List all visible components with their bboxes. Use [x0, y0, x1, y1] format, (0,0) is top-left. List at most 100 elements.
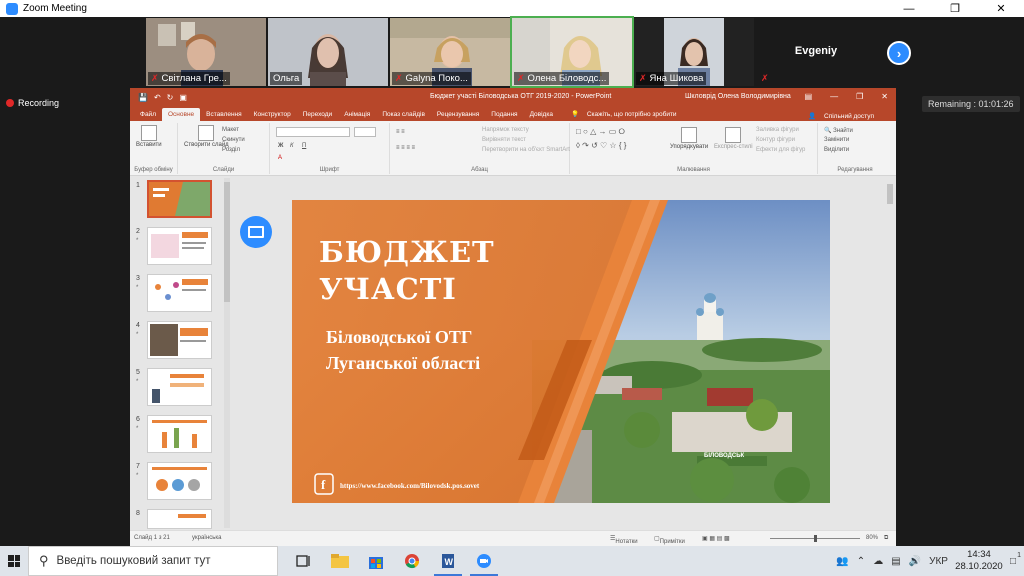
notes-button[interactable]: ☰ Нотатки: [610, 535, 638, 545]
font-group-label: Шрифт: [319, 167, 340, 173]
people-icon[interactable]: 👥: [836, 556, 848, 567]
slide-thumbnail-3[interactable]: [147, 274, 212, 312]
zoom-slider-knob[interactable]: [814, 535, 817, 542]
shapes-gallery[interactable]: □ ○ △ → ▭ ⭘: [576, 127, 625, 137]
slideshow-icon[interactable]: ▣: [179, 93, 187, 102]
tab-help[interactable]: Довідка: [524, 108, 559, 121]
underline-button[interactable]: П: [302, 143, 306, 149]
participant-tile[interactable]: Ольга: [268, 18, 388, 86]
file-explorer-icon[interactable]: [322, 546, 358, 576]
next-page-arrow-icon[interactable]: ›: [887, 41, 911, 65]
recording-label: Recording: [18, 98, 60, 108]
tab-slideshow[interactable]: Показ слайдів: [376, 108, 431, 121]
tab-insert[interactable]: Вставлення: [200, 108, 248, 121]
italic-button[interactable]: К: [290, 143, 294, 149]
layout-button[interactable]: Макет: [222, 127, 239, 133]
language-status[interactable]: українська: [192, 535, 222, 541]
section-button[interactable]: Розділ: [222, 147, 240, 153]
slide-scrollbar[interactable]: [886, 178, 894, 528]
zoom-slider[interactable]: [770, 535, 860, 542]
zoom-taskbar-icon[interactable]: [466, 546, 502, 576]
tab-design[interactable]: Конструктор: [248, 108, 297, 121]
slide-thumbnail-5[interactable]: [147, 368, 212, 406]
font-color-button[interactable]: A: [278, 155, 282, 161]
minimize-button[interactable]: —: [886, 0, 932, 17]
tab-review[interactable]: Рецензування: [431, 108, 485, 121]
shapes-gallery-row2[interactable]: ◊ ↷ ↺ ♡ ☆ { }: [576, 141, 626, 150]
participant-tile[interactable]: Evgeniy ✗: [756, 18, 876, 86]
show-hidden-icons[interactable]: ⌃: [857, 556, 865, 567]
clock-date: 28.10.2020: [955, 561, 1003, 572]
comments-button[interactable]: ▢ Примітки: [654, 535, 685, 545]
scroll-thumb[interactable]: [887, 184, 893, 204]
undo-icon[interactable]: ↶: [154, 93, 161, 102]
view-buttons[interactable]: ▣ ▦ ▤ ▩: [702, 535, 730, 542]
volume-icon[interactable]: 🔊: [909, 556, 921, 567]
ppt-minimize-button[interactable]: —: [830, 92, 838, 101]
notifications-icon[interactable]: □ 1: [1010, 552, 1021, 567]
replace-button[interactable]: Замінити: [824, 137, 849, 143]
slide-title[interactable]: БЮДЖЕТ УЧАСТІ: [319, 234, 495, 308]
thumbnails-scrollbar[interactable]: [224, 178, 230, 528]
text-direction-button[interactable]: Напрямок тексту: [482, 127, 529, 133]
shape-fill-button[interactable]: Заливка фігури: [756, 127, 799, 133]
smartart-button[interactable]: Перетворити на об'єкт SmartArt: [482, 147, 570, 153]
tell-me-search[interactable]: 💡 Скажіть, що потрібно зробити: [565, 107, 689, 121]
svg-text:f: f: [321, 477, 326, 492]
tab-view[interactable]: Подання: [485, 108, 523, 121]
scroll-thumb[interactable]: [224, 182, 230, 302]
word-icon[interactable]: W: [430, 546, 466, 576]
participant-tile[interactable]: ✗ Galyna Поко...: [390, 18, 510, 86]
shape-effects-button[interactable]: Ефекти для фігур: [756, 147, 805, 153]
fit-slide-icon[interactable]: ⧉: [884, 535, 888, 542]
ppt-close-button[interactable]: ✕: [881, 92, 888, 101]
slide-thumbnail-8[interactable]: [147, 509, 212, 529]
network-icon[interactable]: ▤: [891, 556, 900, 567]
participant-tile[interactable]: ✗ Яна Шикова: [634, 18, 754, 86]
align-buttons[interactable]: ≡ ≡ ≡ ≡: [396, 145, 415, 151]
slide-facebook-link[interactable]: https://www.facebook.com/Bilovodsk.pos.s…: [340, 482, 479, 490]
chrome-icon[interactable]: [394, 546, 430, 576]
font-name-box[interactable]: [276, 127, 350, 137]
tab-animations[interactable]: Анімація: [338, 108, 376, 121]
tab-transitions[interactable]: Переходи: [297, 108, 338, 121]
participant-tile[interactable]: ✗ Світлана Гре...: [146, 18, 266, 86]
presenter-icon[interactable]: [240, 216, 272, 248]
redo-icon[interactable]: ↻: [167, 93, 174, 102]
taskbar-search[interactable]: ⚲ Введіть пошуковий запит тут: [28, 546, 278, 576]
task-view-icon[interactable]: [286, 546, 322, 576]
find-button[interactable]: 🔍 Знайти: [824, 127, 853, 134]
reset-button[interactable]: Скинути: [222, 137, 245, 143]
ribbon-display-icon[interactable]: ▤: [805, 92, 813, 101]
bold-button[interactable]: Ж: [278, 143, 283, 149]
slide-thumbnail-7[interactable]: [147, 462, 212, 500]
ppt-restore-button[interactable]: ❐: [856, 92, 863, 101]
close-button[interactable]: ✕: [978, 0, 1024, 17]
slide-thumbnail-4[interactable]: [147, 321, 212, 359]
bullets-button[interactable]: ≡ ≡: [396, 129, 405, 135]
font-size-box[interactable]: [354, 127, 376, 137]
onedrive-icon[interactable]: ☁: [873, 556, 883, 567]
slide-thumbnail-2[interactable]: [147, 227, 212, 265]
save-icon[interactable]: 💾: [138, 93, 148, 102]
align-text-button[interactable]: Вирівняти текст: [482, 137, 526, 143]
clock[interactable]: 14:34 28.10.2020: [952, 549, 1006, 573]
tab-file[interactable]: Файл: [134, 108, 162, 121]
recording-dot-icon: [6, 99, 14, 107]
quick-styles-button[interactable]: Експрес-стилі: [714, 127, 753, 150]
maximize-button[interactable]: ❐: [932, 0, 978, 17]
start-button[interactable]: [0, 546, 28, 576]
arrange-button[interactable]: Упорядкувати: [670, 127, 708, 150]
paste-button[interactable]: Вставити: [136, 125, 162, 148]
participant-tile-active-speaker[interactable]: ✗ Олена Біловодс...: [510, 16, 634, 88]
slide-thumbnail-6[interactable]: [147, 415, 212, 453]
main-slide[interactable]: f БЮДЖЕТ УЧАСТІ Біловодської ОТГ Лугансь…: [292, 200, 830, 503]
slide-thumbnail-1[interactable]: [147, 180, 212, 218]
zoom-level[interactable]: 80%: [866, 535, 878, 541]
store-icon[interactable]: [358, 546, 394, 576]
select-button[interactable]: Виділити: [824, 147, 849, 153]
slide-subtitle[interactable]: Біловодської ОТГ Луганської області: [326, 324, 480, 376]
keyboard-language[interactable]: УКР: [929, 556, 948, 567]
tab-home[interactable]: Основне: [161, 108, 201, 121]
shape-outline-button[interactable]: Контур фігури: [756, 137, 795, 143]
